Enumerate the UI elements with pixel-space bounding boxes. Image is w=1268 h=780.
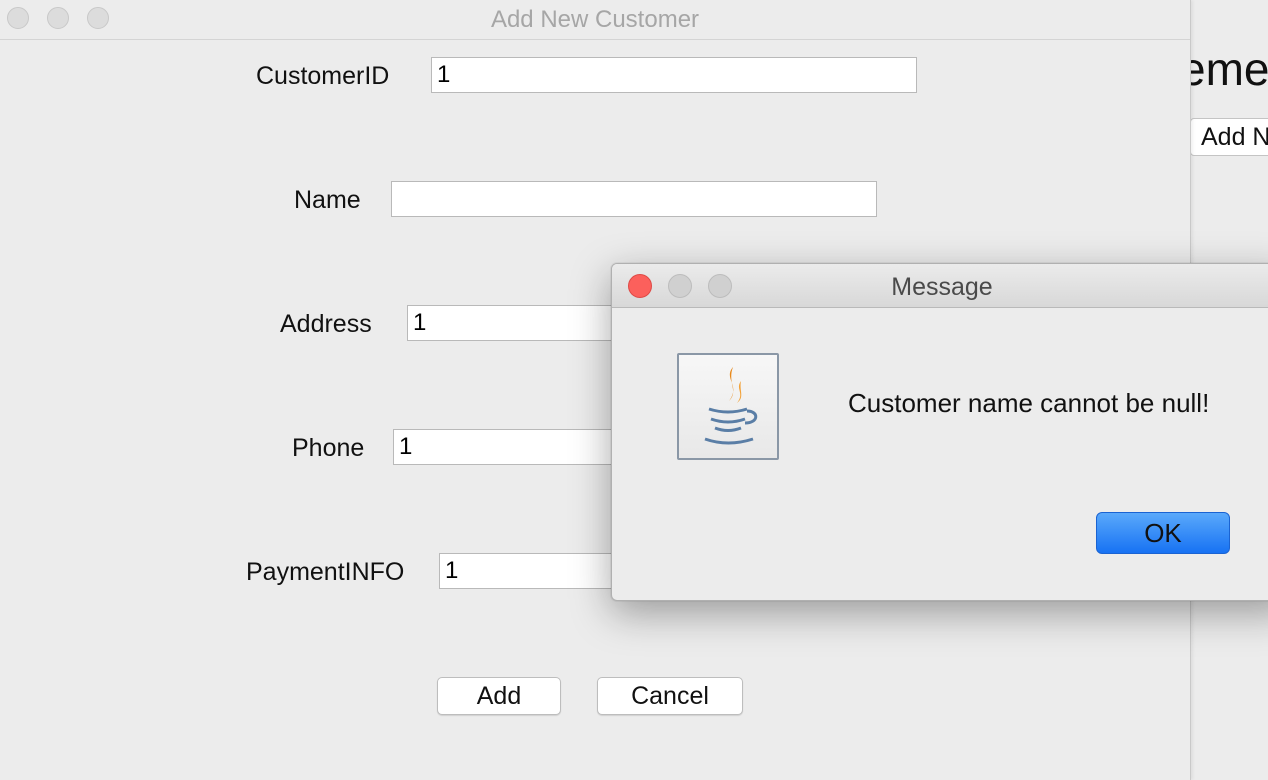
name-label: Name	[294, 186, 361, 214]
dialog-titlebar: Message	[612, 264, 1268, 308]
background-add-button[interactable]: Add N	[1190, 118, 1268, 156]
java-coffee-cup-icon	[677, 353, 779, 460]
background-heading: eme	[1180, 43, 1268, 95]
dialog-title: Message	[891, 273, 993, 301]
add-button[interactable]: Add	[437, 677, 561, 715]
cancel-button[interactable]: Cancel	[597, 677, 743, 715]
desktop: eme Add N Add New Customer CustomerID Na…	[0, 0, 1268, 780]
window-titlebar: Add New Customer	[0, 0, 1190, 40]
payment-info-label: PaymentINFO	[246, 558, 405, 586]
phone-label: Phone	[292, 434, 365, 462]
address-label: Address	[280, 310, 372, 338]
dialog-message: Customer name cannot be null!	[848, 388, 1210, 418]
ok-button[interactable]: OK	[1096, 512, 1230, 554]
window-title: Add New Customer	[490, 6, 700, 33]
name-field[interactable]	[391, 181, 877, 217]
message-dialog: Message Customer name cannot be null! OK	[611, 263, 1268, 601]
customer-id-label: CustomerID	[256, 62, 390, 90]
customer-id-field[interactable]	[431, 57, 917, 93]
